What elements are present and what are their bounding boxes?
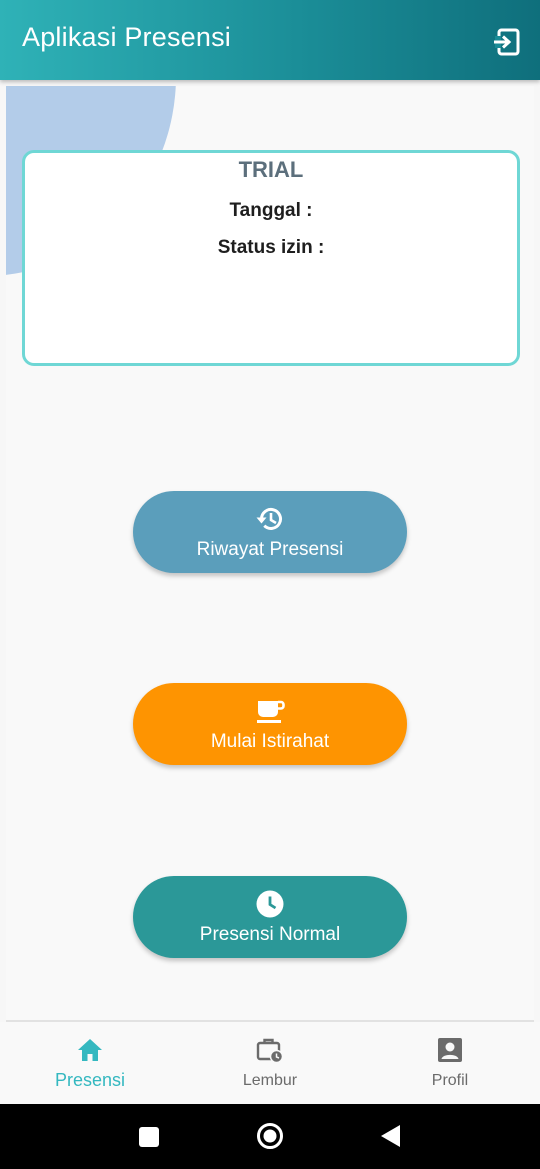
presensi-normal-button[interactable]: Presensi Normal: [133, 876, 407, 958]
app-title: Aplikasi Presensi: [22, 22, 231, 52]
triangle-back-icon: [381, 1125, 400, 1147]
recents-button[interactable]: [138, 1126, 160, 1148]
card-title: TRIAL: [238, 157, 304, 182]
coffee-icon: [257, 700, 285, 723]
riwayat-presensi-button[interactable]: Riwayat Presensi: [133, 491, 407, 573]
app-bar: Aplikasi Presensi: [0, 0, 540, 80]
nav-label-presensi: Presensi: [54, 1070, 126, 1090]
presensi-normal-label: Presensi Normal: [199, 924, 341, 945]
back-button[interactable]: [380, 1124, 402, 1148]
mulai-istirahat-label: Mulai Istirahat: [210, 731, 330, 752]
account-box-icon: [438, 1038, 462, 1062]
logout-icon: [494, 28, 520, 56]
nav-item-presensi[interactable]: Presensi: [0, 1022, 180, 1104]
clock-icon: [256, 890, 284, 918]
work-history-icon: [256, 1038, 284, 1064]
nav-item-lembur[interactable]: Lembur: [180, 1022, 360, 1104]
mulai-istirahat-button[interactable]: Mulai Istirahat: [133, 683, 407, 765]
home-icon: [78, 1039, 102, 1061]
bottom-navigation: Presensi Lembur Profil: [0, 1022, 540, 1104]
date-label: Tanggal :: [229, 200, 313, 221]
system-navigation-bar: [0, 1104, 540, 1169]
nav-label-lembur: Lembur: [242, 1072, 298, 1089]
main-content: TRIAL Tanggal : Status izin : Riwayat Pr…: [6, 86, 534, 1022]
nav-item-profil[interactable]: Profil: [360, 1022, 540, 1104]
riwayat-presensi-label: Riwayat Presensi: [196, 539, 344, 560]
attendance-info-card: TRIAL Tanggal : Status izin :: [22, 150, 520, 366]
home-system-button[interactable]: [256, 1122, 284, 1150]
square-icon: [139, 1127, 159, 1147]
logout-button[interactable]: [490, 26, 522, 58]
history-icon: [256, 507, 282, 530]
nav-label-profil: Profil: [431, 1072, 469, 1089]
status-izin-label: Status izin :: [217, 237, 325, 258]
circle-icon: [257, 1123, 283, 1149]
